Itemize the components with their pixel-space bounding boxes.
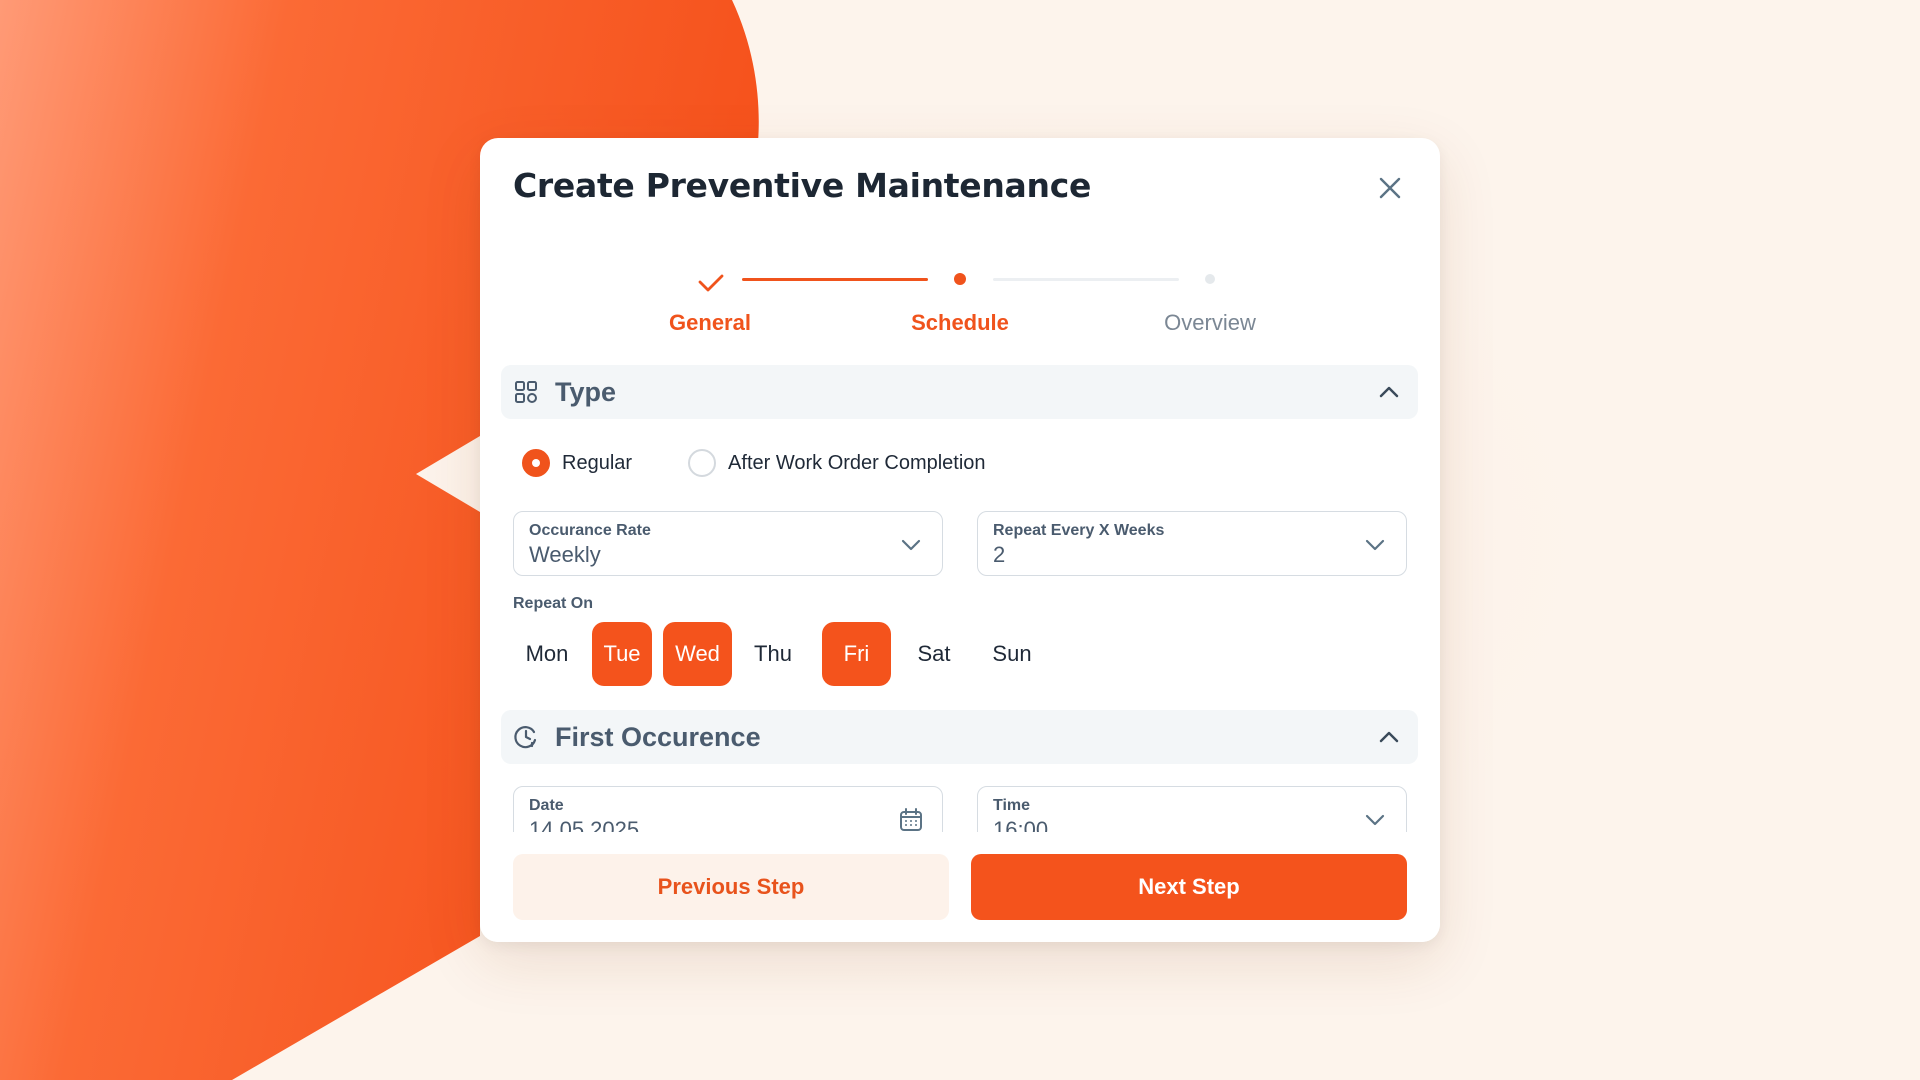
stepper-line-pending bbox=[993, 278, 1179, 281]
modal-title: Create Preventive Maintenance bbox=[513, 166, 1092, 205]
day-thu[interactable]: Thu bbox=[740, 622, 806, 686]
clock-icon bbox=[513, 724, 539, 750]
chevron-down-icon bbox=[1365, 814, 1385, 826]
radio-regular-circle[interactable] bbox=[522, 449, 550, 477]
day-fri[interactable]: Fri bbox=[822, 622, 891, 686]
step-overview[interactable]: Overview bbox=[1164, 310, 1256, 336]
occurrence-rate-value: Weekly bbox=[529, 542, 601, 567]
day-mon[interactable]: Mon bbox=[513, 622, 581, 686]
first-occurrence-section-header[interactable]: First Occurence bbox=[501, 710, 1418, 764]
date-label: Date bbox=[529, 797, 564, 814]
day-sat[interactable]: Sat bbox=[901, 622, 967, 686]
chevron-down-icon bbox=[901, 539, 921, 551]
chevron-down-icon bbox=[1365, 539, 1385, 551]
check-icon bbox=[698, 274, 724, 292]
radio-regular-label: Regular bbox=[562, 451, 633, 474]
type-section-title: Type bbox=[555, 376, 617, 407]
calendar-icon[interactable] bbox=[898, 807, 924, 833]
step-general[interactable]: General bbox=[669, 310, 751, 336]
repeat-every-select[interactable]: Repeat Every X Weeks 2 bbox=[977, 511, 1407, 576]
close-button[interactable] bbox=[1370, 168, 1410, 208]
step-schedule[interactable]: Schedule bbox=[911, 310, 1009, 336]
stepper-dot-pending bbox=[1205, 274, 1215, 284]
next-step-button[interactable]: Next Step bbox=[971, 854, 1407, 920]
occurrence-rate-select[interactable]: Occurance Rate Weekly bbox=[513, 511, 943, 576]
repeat-every-label: Repeat Every X Weeks bbox=[993, 522, 1165, 539]
stepper-line-complete bbox=[742, 278, 928, 281]
radio-after-work-order[interactable]: After Work Order Completion bbox=[688, 449, 986, 477]
type-section-header[interactable]: Type bbox=[501, 365, 1418, 419]
grid-icon bbox=[513, 379, 539, 405]
stepper-dot-active bbox=[954, 273, 966, 285]
create-pm-modal: Create Preventive Maintenance General Sc… bbox=[480, 138, 1440, 942]
previous-step-button[interactable]: Previous Step bbox=[513, 854, 949, 920]
type-radio-group: Regular After Work Order Completion bbox=[522, 449, 986, 477]
chevron-up-icon[interactable] bbox=[1376, 724, 1402, 750]
time-label: Time bbox=[993, 797, 1031, 814]
day-sun[interactable]: Sun bbox=[979, 622, 1045, 686]
radio-after-work-order-circle[interactable] bbox=[688, 449, 717, 477]
repeat-on-label: Repeat On bbox=[513, 595, 594, 612]
close-icon bbox=[1379, 177, 1401, 199]
radio-after-work-order-label: After Work Order Completion bbox=[728, 451, 986, 474]
repeat-every-value: 2 bbox=[993, 542, 1006, 567]
occurrence-rate-label: Occurance Rate bbox=[529, 522, 651, 539]
day-tue[interactable]: Tue bbox=[592, 622, 652, 686]
day-wed[interactable]: Wed bbox=[663, 622, 732, 686]
radio-regular[interactable]: Regular bbox=[522, 449, 632, 477]
chevron-up-icon[interactable] bbox=[1376, 379, 1402, 405]
first-occurrence-section-title: First Occurence bbox=[555, 721, 761, 752]
